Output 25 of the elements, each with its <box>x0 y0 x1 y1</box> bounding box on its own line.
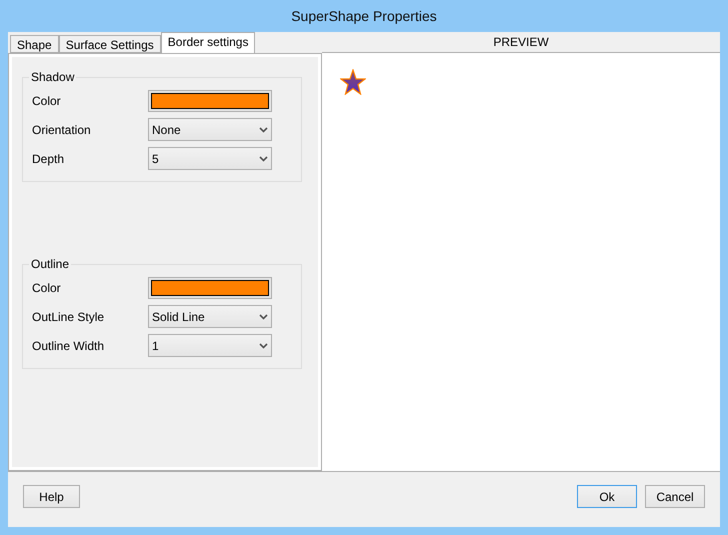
tab[interactable]: Surface Settings <box>58 35 161 53</box>
group-title: Shadow <box>29 70 76 84</box>
dropdown[interactable]: Solid Line <box>148 305 272 328</box>
field-label: Orientation <box>32 122 92 138</box>
field-label: OutLine Style <box>32 308 106 326</box>
field-label: Outline Width <box>32 338 106 354</box>
group-title: Outline <box>29 257 72 271</box>
window-title: SuperShape Properties <box>291 6 437 26</box>
dropdown[interactable]: None <box>148 118 272 141</box>
dropdown[interactable]: 1 <box>148 334 272 357</box>
chevron-down-icon <box>259 342 268 348</box>
field-label: Depth <box>32 150 66 168</box>
chevron-down-icon <box>259 314 268 320</box>
field-label: Color <box>32 92 62 110</box>
dialog-button[interactable]: Cancel <box>645 485 705 508</box>
star-icon <box>340 69 366 95</box>
preview-title: PREVIEW <box>493 34 549 51</box>
chevron-down-icon <box>259 156 268 162</box>
chevron-down-icon <box>259 126 268 132</box>
dialog-button[interactable]: Help <box>23 485 80 508</box>
tab[interactable]: Shape <box>10 35 59 53</box>
tab[interactable]: Border settings <box>160 32 256 53</box>
dialog-button[interactable]: Ok <box>577 485 637 508</box>
field-label: Color <box>32 280 62 296</box>
dropdown[interactable]: 5 <box>148 147 272 170</box>
